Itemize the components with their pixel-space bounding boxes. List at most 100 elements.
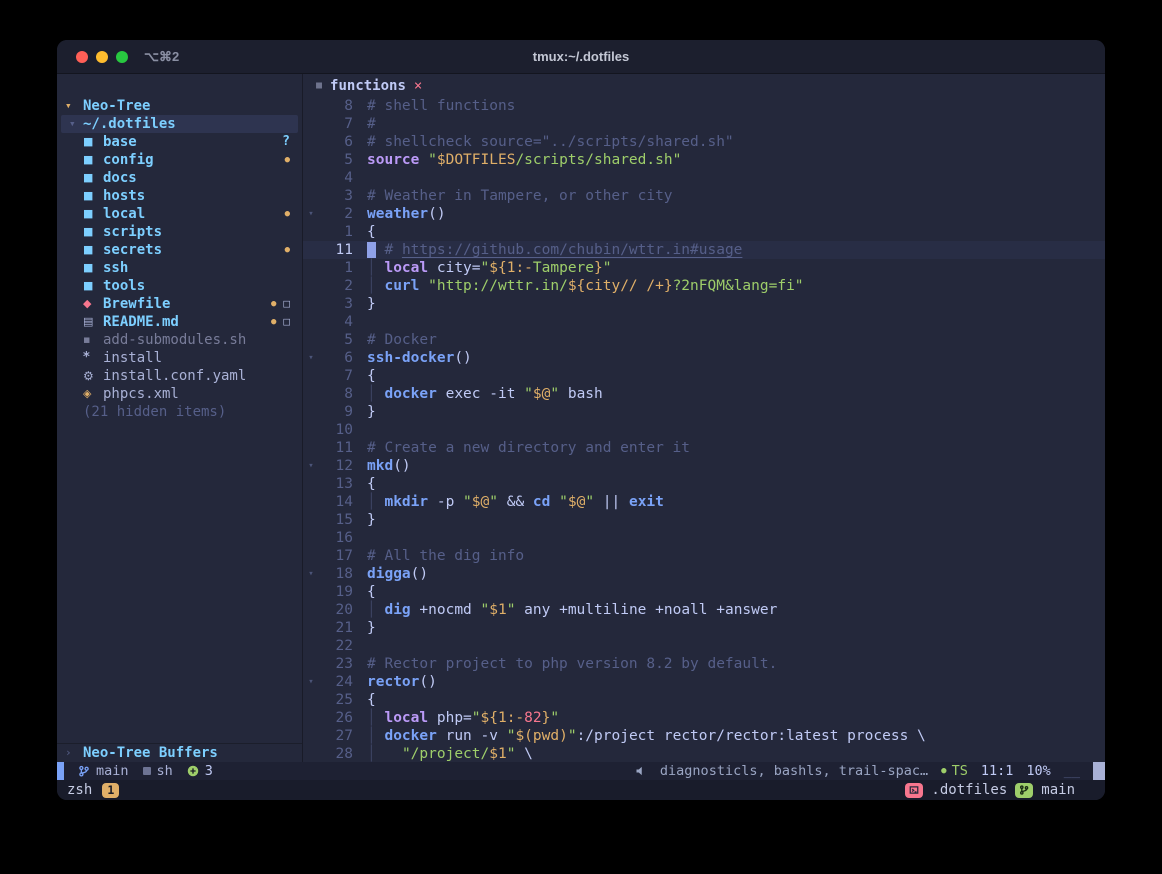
tree-item-phpcs-xml[interactable]: ◈phpcs.xml	[57, 385, 302, 403]
git-status-badges: ●□	[271, 313, 290, 331]
code-line[interactable]: 16	[303, 529, 1105, 547]
code-line[interactable]: 3# Weather in Tampere, or other city	[303, 187, 1105, 205]
tab-functions[interactable]: functions	[330, 78, 406, 94]
tree-item-config[interactable]: ■config●	[57, 151, 302, 169]
code-line[interactable]: 13{	[303, 475, 1105, 493]
code-line[interactable]: 8# shell functions	[303, 97, 1105, 115]
line-number: 3	[319, 187, 353, 205]
tree-item-tools[interactable]: ■tools	[57, 277, 302, 295]
close-window-button[interactable]	[76, 51, 88, 63]
tree-item-local[interactable]: ■local●	[57, 205, 302, 223]
code-line[interactable]: ▾2weather()	[303, 205, 1105, 223]
tree-item-base[interactable]: ■base?	[57, 133, 302, 151]
code-line[interactable]: 9}	[303, 403, 1105, 421]
git-modified-badge: ●	[271, 295, 276, 313]
line-number: 4	[319, 169, 353, 187]
code-line[interactable]: 1│ local city="${1:-Tampere}"	[303, 259, 1105, 277]
code-line[interactable]: 7{	[303, 367, 1105, 385]
code-line[interactable]: 7#	[303, 115, 1105, 133]
code-line[interactable]: 3}	[303, 295, 1105, 313]
tree-item-hosts[interactable]: ■hosts	[57, 187, 302, 205]
code-line[interactable]: ▾12mkd()	[303, 457, 1105, 475]
file-icon: ■	[316, 80, 322, 91]
code-line[interactable]: 10	[303, 421, 1105, 439]
tree-item-label: Brewfile	[103, 295, 271, 313]
tree-item-install[interactable]: *install	[57, 349, 302, 367]
code-line[interactable]: 21}	[303, 619, 1105, 637]
tree-item-secrets[interactable]: ■secrets●	[57, 241, 302, 259]
code-line[interactable]: 26│ local php="${1:-82}"	[303, 709, 1105, 727]
tree-item-label: phpcs.xml	[103, 385, 290, 403]
tree-root-dotfiles[interactable]: ▾ ~/.dotfiles	[61, 115, 298, 133]
line-number: 10	[319, 421, 353, 439]
code-line[interactable]: 4	[303, 313, 1105, 331]
code-line[interactable]: 20│ dig +nocmd "$1" any +multiline +noal…	[303, 601, 1105, 619]
code-text	[353, 313, 367, 331]
fold-chevron-icon[interactable]: ▾	[303, 457, 319, 475]
fold-column	[303, 493, 319, 511]
titlebar[interactable]: ⌥⌘2 tmux:~/.dotfiles	[57, 40, 1105, 74]
fold-column	[303, 511, 319, 529]
code-line[interactable]: 4	[303, 169, 1105, 187]
close-icon[interactable]: ×	[414, 78, 422, 94]
minimize-window-button[interactable]	[96, 51, 108, 63]
zoom-window-button[interactable]	[116, 51, 128, 63]
line-number: 6	[319, 349, 353, 367]
tree-item-label: (21 hidden items)	[83, 403, 290, 421]
tree-item-add-submodules-sh[interactable]: ▪add-submodules.sh	[57, 331, 302, 349]
fold-column	[303, 403, 319, 421]
code-text: digga()	[353, 565, 428, 583]
tree-item-label: config	[103, 151, 285, 169]
fold-column	[303, 727, 319, 745]
tree-item-readme-md[interactable]: ▤README.md●□	[57, 313, 302, 331]
git-branch-badge-icon	[1015, 783, 1033, 798]
git-untracked-badge: ?	[282, 133, 290, 151]
git-status-badges: ●	[285, 205, 290, 223]
code-line[interactable]: 22	[303, 637, 1105, 655]
tree-item-ssh[interactable]: ■ssh	[57, 259, 302, 277]
fold-column	[303, 475, 319, 493]
neo-tree-buffers-section[interactable]: › Neo-Tree Buffers	[57, 743, 302, 762]
line-number: 23	[319, 655, 353, 673]
tree-item-brewfile[interactable]: ◆Brewfile●□	[57, 295, 302, 313]
code-line-current[interactable]: 11 # https://github.com/chubin/wttr.in#u…	[303, 241, 1105, 259]
code-line[interactable]: ▾18digga()	[303, 565, 1105, 583]
code-line[interactable]: 5source "$DOTFILES/scripts/shared.sh"	[303, 151, 1105, 169]
fold-column	[303, 709, 319, 727]
fold-chevron-icon[interactable]: ▾	[303, 673, 319, 691]
tree-item-scripts[interactable]: ■scripts	[57, 223, 302, 241]
code-text: # https://github.com/chubin/wttr.in#usag…	[353, 241, 742, 259]
code-line[interactable]: 14│ mkdir -p "$@" && cd "$@" || exit	[303, 493, 1105, 511]
star-icon: *	[83, 349, 103, 367]
tree-item-docs[interactable]: ■docs	[57, 169, 302, 187]
code-line[interactable]: 23# Rector project to php version 8.2 by…	[303, 655, 1105, 673]
tree-item-install-conf-yaml[interactable]: ⚙install.conf.yaml	[57, 367, 302, 385]
code-line[interactable]: 5# Docker	[303, 331, 1105, 349]
fold-chevron-icon[interactable]: ▾	[303, 565, 319, 583]
fold-chevron-icon[interactable]: ▾	[303, 349, 319, 367]
code-lines[interactable]: 8# shell functions7#6# shellcheck source…	[303, 97, 1105, 762]
code-line[interactable]: 17# All the dig info	[303, 547, 1105, 565]
code-line[interactable]: ▾24rector()	[303, 673, 1105, 691]
code-line[interactable]: 25{	[303, 691, 1105, 709]
fold-column	[303, 295, 319, 313]
line-number: 11	[319, 241, 353, 259]
code-line[interactable]: 19{	[303, 583, 1105, 601]
code-line[interactable]: 6# shellcheck source="../scripts/shared.…	[303, 133, 1105, 151]
code-line[interactable]: 28│ "/project/$1" \	[303, 745, 1105, 762]
code-line[interactable]: 1{	[303, 223, 1105, 241]
tree-item-label: local	[103, 205, 285, 223]
code-line[interactable]: 2│ curl "http://wttr.in/${city// /+}?2nF…	[303, 277, 1105, 295]
line-number: 16	[319, 529, 353, 547]
code-text: {	[353, 475, 376, 493]
fold-chevron-icon[interactable]: ▾	[303, 205, 319, 223]
code-line[interactable]: 8│ docker exec -it "$@" bash	[303, 385, 1105, 403]
code-line[interactable]: 15}	[303, 511, 1105, 529]
code-text: # Create a new directory and enter it	[353, 439, 690, 457]
line-number: 14	[319, 493, 353, 511]
code-line[interactable]: ▾6ssh-docker()	[303, 349, 1105, 367]
tmux-window-item[interactable]: zsh 1	[67, 782, 119, 798]
code-line[interactable]: 11# Create a new directory and enter it	[303, 439, 1105, 457]
code-line[interactable]: 27│ docker run -v "$(pwd)":/project rect…	[303, 727, 1105, 745]
code-text: │ "/project/$1" \	[353, 745, 533, 762]
